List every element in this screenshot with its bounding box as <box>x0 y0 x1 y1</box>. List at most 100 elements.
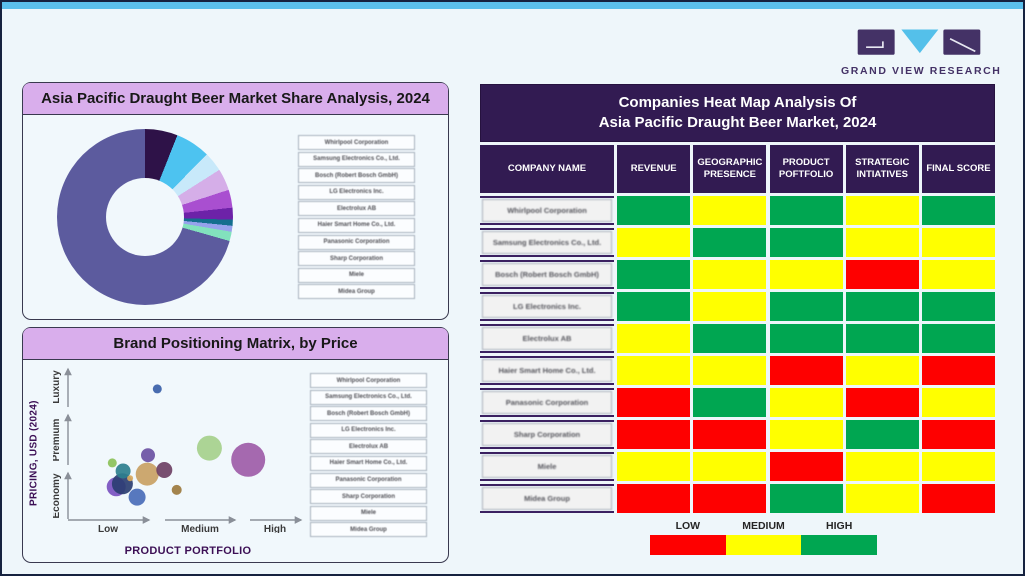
heatmap-score-cell-high <box>845 291 919 321</box>
heatmap-header-row: COMPANY NAME REVENUE GEOGRAPHIC PRESENCE… <box>480 145 995 193</box>
brand-bubble <box>135 462 159 486</box>
legend-company-item: Bosch (Robert Bosch GmbH) <box>310 406 427 422</box>
legend-swatch-medium <box>725 535 802 555</box>
heatmap-company-cell: Panasonic Corporation <box>480 387 614 417</box>
heatmap-score-cell-medium <box>693 291 767 321</box>
heatmap-company-name: Panasonic Corporation <box>482 391 612 414</box>
legend-company-item: Electrolux AB <box>310 439 427 455</box>
heatmap-score-cell-high <box>921 195 995 225</box>
legend-company-item: Samsung Electronics Co., Ltd. <box>298 151 415 167</box>
heatmap-score-cell-medium <box>769 387 843 417</box>
heatmap-title-line1: Companies Heat Map Analysis Of <box>618 93 857 111</box>
heatmap-company-cell: Midea Group <box>480 483 614 513</box>
heatmap-company-name: Samsung Electronics Co., Ltd. <box>482 231 612 254</box>
top-accent-bar <box>2 2 1023 9</box>
bubble-plot: Economy Premium Luxury Low Medium High <box>53 367 303 533</box>
heatmap-company-name: Sharp Corporation <box>482 423 612 446</box>
brand-positioning-panel: Brand Positioning Matrix, by Price PRICI… <box>22 327 449 563</box>
market-share-company-legend: Whirlpool Corporation Samsung Electronics… <box>298 135 415 301</box>
heatmap-score-cell-medium <box>845 227 919 257</box>
heatmap-company-cell: Whirlpool Corporation <box>480 195 614 225</box>
heatmap-company-cell: Samsung Electronics Co., Ltd. <box>480 227 614 257</box>
heatmap-score-cell-medium <box>921 387 995 417</box>
heatmap-score-cell-low <box>921 483 995 513</box>
heatmap-score-cell-medium <box>769 419 843 449</box>
heatmap-score-cell-medium <box>693 259 767 289</box>
heatmap-title: Companies Heat Map Analysis Of Asia Paci… <box>480 84 995 142</box>
heatmap-score-cell-high <box>617 291 691 321</box>
bubble-layer <box>106 384 266 506</box>
grand-view-research-logo: GRAND VIEW RESEARCH <box>841 28 1002 77</box>
heatmap-row: Samsung Electronics Co., Ltd. <box>480 227 995 257</box>
heatmap-score-cell-medium <box>617 355 691 385</box>
heatmap-score-cell-medium <box>845 355 919 385</box>
legend-company-item: LG Electronics Inc. <box>310 422 427 438</box>
heatmap-score-cell-low <box>921 419 995 449</box>
heatmap-company-name: Midea Group <box>482 487 612 510</box>
heatmap-score-cell-medium <box>693 451 767 481</box>
heatmap-row: Midea Group <box>480 483 995 513</box>
heatmap-score-cell-medium <box>693 355 767 385</box>
heatmap-score-cell-medium <box>845 451 919 481</box>
heatmap-score-cell-high <box>617 195 691 225</box>
heatmap-company-cell: Bosch (Robert Bosch GmbH) <box>480 259 614 289</box>
heatmap-company-cell: Miele <box>480 451 614 481</box>
brand-bubble <box>152 384 162 394</box>
heatmap-score-cell-high <box>769 291 843 321</box>
col-header-company-name: COMPANY NAME <box>480 145 614 193</box>
heatmap-row: Haier Smart Home Co., Ltd. <box>480 355 995 385</box>
heatmap-score-cell-medium <box>921 259 995 289</box>
col-header-revenue: REVENUE <box>617 145 691 193</box>
heatmap-score-cell-high <box>693 227 767 257</box>
heatmap-score-cell-low <box>845 259 919 289</box>
brand-bubble <box>196 435 222 461</box>
heatmap-section: Companies Heat Map Analysis Of Asia Paci… <box>480 84 995 513</box>
heatmap-row: Panasonic Corporation <box>480 387 995 417</box>
heatmap-score-cell-high <box>693 323 767 353</box>
heatmap-company-name: Haier Smart Home Co., Ltd. <box>482 359 612 382</box>
brand-bubble <box>141 448 155 463</box>
heatmap-score-cell-high <box>769 323 843 353</box>
heatmap-score-cell-medium <box>769 259 843 289</box>
heatmap-score-cell-high <box>921 323 995 353</box>
heatmap-company-name: Whirlpool Corporation <box>482 199 612 222</box>
legend-company-item: Samsung Electronics Co., Ltd. <box>310 389 427 405</box>
legend-label-medium: MEDIUM <box>742 520 785 532</box>
donut-hole <box>106 178 184 256</box>
heatmap-score-cell-low <box>617 387 691 417</box>
heatmap-legend-swatches <box>650 535 878 555</box>
heatmap-score-cell-medium <box>845 195 919 225</box>
col-header-geographic-presence: GEOGRAPHIC PRESENCE <box>693 145 767 193</box>
heatmap-legend-labels: LOW MEDIUM HIGH <box>650 520 877 532</box>
legend-company-item: Sharp Corporation <box>298 251 415 267</box>
legend-label-high: HIGH <box>826 520 853 532</box>
heatmap-company-cell: Electrolux AB <box>480 323 614 353</box>
heatmap-score-cell-low <box>617 483 691 513</box>
heatmap-body: Whirlpool Corporation Samsung Electronics… <box>480 195 995 513</box>
heatmap-company-name: Miele <box>482 455 612 478</box>
heatmap-score-cell-low <box>693 483 767 513</box>
gvr-brand-text: GRAND VIEW RESEARCH <box>841 65 1002 77</box>
heatmap-score-cell-medium <box>845 483 919 513</box>
brand-bubble <box>156 462 173 478</box>
heatmap-score-cell-high <box>617 259 691 289</box>
heatmap-score-cell-medium <box>617 451 691 481</box>
x-label-low: Low <box>98 524 118 533</box>
legend-company-item: LG Electronics Inc. <box>298 184 415 200</box>
heatmap-score-cell-medium <box>921 451 995 481</box>
heatmap-company-name: LG Electronics Inc. <box>482 295 612 318</box>
y-label-premium: Premium <box>53 418 62 461</box>
heatmap-score-cell-low <box>769 451 843 481</box>
heatmap-score-cell-low <box>845 387 919 417</box>
heatmap-score-cell-medium <box>617 323 691 353</box>
col-header-product-portfolio: PRODUCT POFTFOLIO <box>769 145 843 193</box>
heatmap-row: Whirlpool Corporation <box>480 195 995 225</box>
gvr-logo-mark-icon <box>857 29 981 55</box>
infographic-page: GRAND VIEW RESEARCH Asia Pacific Draught… <box>0 0 1025 576</box>
brand-bubble <box>107 458 117 468</box>
heatmap-score-cell-high <box>769 227 843 257</box>
heatmap-score-cell-high <box>693 387 767 417</box>
heatmap-row: Miele <box>480 451 995 481</box>
heatmap-company-cell: Sharp Corporation <box>480 419 614 449</box>
heatmap-row: Bosch (Robert Bosch GmbH) <box>480 259 995 289</box>
